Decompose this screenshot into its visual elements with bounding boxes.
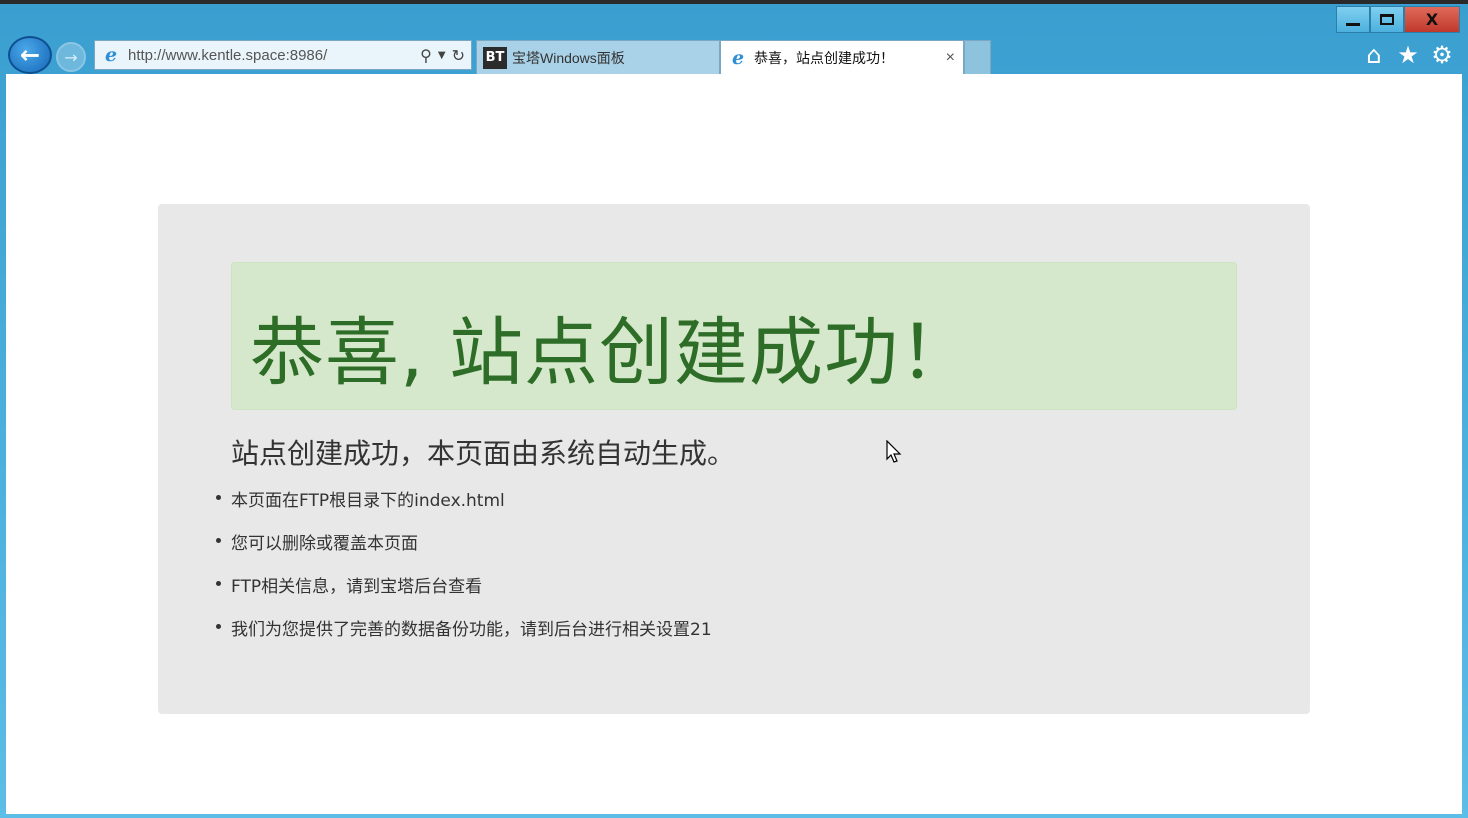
tab-close-icon[interactable]: × (946, 49, 955, 67)
back-arrow-icon: ← (19, 41, 41, 69)
ie-icon: e (731, 46, 745, 69)
page-viewport: 恭喜, 站点创建成功！ 站点创建成功，本页面由系统自动生成。 本页面在FTP根目… (6, 74, 1462, 814)
page-headline: 恭喜, 站点创建成功！ (250, 310, 975, 396)
info-list: 本页面在FTP根目录下的index.html 您可以删除或覆盖本页面 FTP相关… (214, 486, 712, 658)
maximize-button[interactable] (1370, 6, 1404, 33)
toolbar-icons: ⌂ ★ ⚙ (1362, 42, 1454, 68)
close-button[interactable]: X (1404, 6, 1460, 33)
browser-window: X ← → e http://www.kentle.space:8986/ ⚲ … (0, 0, 1468, 818)
back-button[interactable]: ← (8, 36, 52, 74)
navigation-bar: ← → e http://www.kentle.space:8986/ ⚲ ▼ … (6, 36, 1462, 74)
minimize-button[interactable] (1336, 6, 1370, 33)
tab-label: 宝塔Windows面板 (512, 49, 625, 66)
page-subtitle: 站点创建成功，本页面由系统自动生成。 (231, 437, 736, 470)
dropdown-icon[interactable]: ▼ (438, 50, 446, 61)
address-input[interactable]: http://www.kentle.space:8986/ (128, 47, 398, 64)
forward-button[interactable]: → (56, 42, 86, 72)
gear-icon[interactable]: ⚙ (1430, 42, 1454, 68)
home-icon[interactable]: ⌂ (1362, 42, 1386, 68)
address-tools: ⚲ ▼ ↻ (420, 46, 465, 65)
search-icon[interactable]: ⚲ (420, 46, 432, 65)
maximize-icon (1380, 14, 1394, 25)
star-icon[interactable]: ★ (1396, 42, 1420, 68)
tab-site-created[interactable]: e 恭喜，站点创建成功！ × (720, 40, 964, 74)
list-item: 本页面在FTP根目录下的index.html (214, 486, 712, 529)
ie-icon: e (104, 44, 118, 66)
forward-arrow-icon: → (64, 47, 78, 67)
address-bar[interactable]: e http://www.kentle.space:8986/ ⚲ ▼ ↻ (94, 40, 472, 70)
list-item: 我们为您提供了完善的数据备份功能，请到后台进行相关设置21 (214, 615, 712, 658)
minimize-icon (1346, 23, 1360, 26)
list-item: FTP相关信息，请到宝塔后台查看 (214, 572, 712, 615)
tab-bt-panel[interactable]: BT 宝塔Windows面板 (476, 40, 720, 74)
success-alert: 恭喜, 站点创建成功！ (231, 262, 1237, 410)
refresh-icon[interactable]: ↻ (452, 46, 465, 65)
tab-label: 恭喜，站点创建成功！ (754, 49, 894, 66)
window-controls: X (1336, 6, 1460, 33)
list-item: 您可以删除或覆盖本页面 (214, 529, 712, 572)
bt-logo-icon: BT (483, 46, 507, 69)
content-panel: 恭喜, 站点创建成功！ 站点创建成功，本页面由系统自动生成。 本页面在FTP根目… (158, 204, 1310, 714)
new-tab-button[interactable] (964, 40, 991, 74)
